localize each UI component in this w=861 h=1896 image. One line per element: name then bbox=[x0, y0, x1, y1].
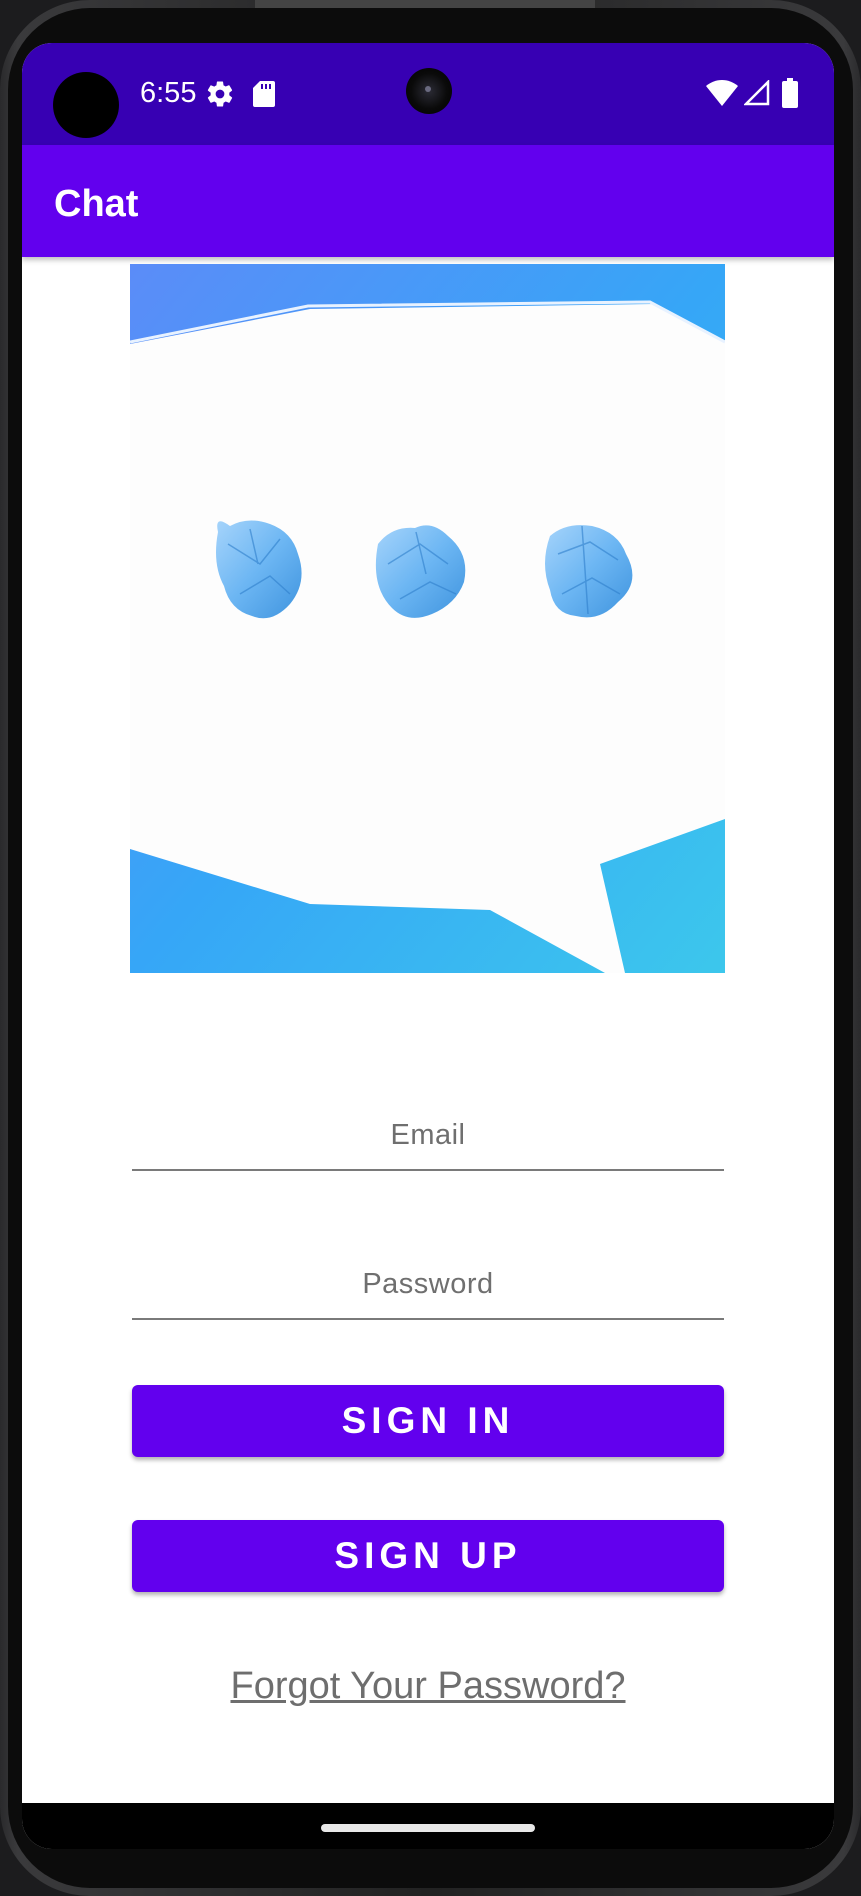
front-camera bbox=[406, 68, 452, 114]
sign-in-button[interactable]: SIGN IN bbox=[132, 1385, 724, 1457]
home-gesture-handle[interactable] bbox=[321, 1824, 535, 1832]
battery-icon bbox=[782, 78, 798, 108]
chat-logo-image bbox=[130, 264, 725, 973]
app-bar: Chat bbox=[22, 145, 834, 257]
navigation-bar bbox=[22, 1803, 834, 1849]
status-time: 6:55 bbox=[140, 77, 197, 109]
status-bar: 6:55 bbox=[22, 43, 834, 145]
wifi-icon bbox=[706, 80, 738, 106]
forgot-password-link[interactable]: Forgot Your Password? bbox=[22, 1665, 834, 1708]
email-field[interactable] bbox=[132, 1101, 724, 1171]
settings-icon bbox=[207, 81, 233, 107]
sign-up-button[interactable]: SIGN UP bbox=[132, 1520, 724, 1592]
password-field[interactable] bbox=[132, 1250, 724, 1320]
app-title: Chat bbox=[54, 183, 139, 225]
avatar bbox=[53, 72, 119, 138]
phone-screen: 6:55 Chat Email SIGN IN SIGN UP Forgot Y… bbox=[22, 43, 834, 1849]
signal-icon bbox=[744, 80, 770, 106]
sd-card-icon bbox=[253, 81, 275, 107]
